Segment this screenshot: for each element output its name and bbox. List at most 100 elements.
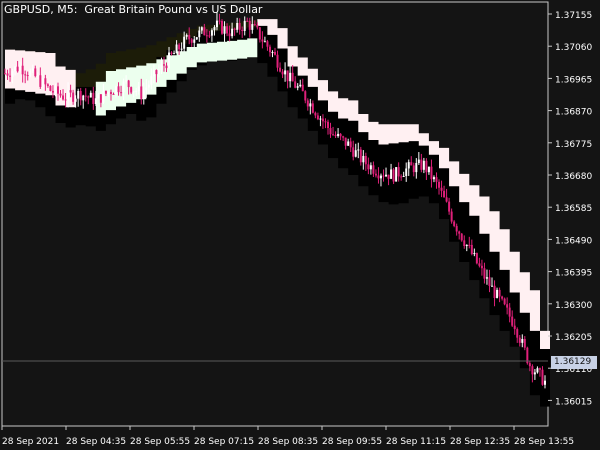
candle-body — [135, 91, 138, 93]
candle-body — [349, 141, 352, 148]
price-chart: 1.37155 1.37060 1.36965 1.36870 1.36775 1.366… — [1, 1, 592, 447]
x-tick-label: 28 Sep 07:15 — [194, 437, 254, 447]
candle-body — [347, 141, 350, 146]
candle-body — [228, 33, 231, 37]
candle-body — [468, 244, 471, 246]
candle-body — [152, 70, 155, 77]
x-tick-label: 28 Sep 2021 — [2, 437, 59, 447]
candle-body — [344, 137, 347, 146]
candle-body — [531, 366, 534, 375]
y-tick-label: 1.36585 — [555, 204, 592, 214]
candle-body — [218, 20, 221, 22]
candle-body — [198, 30, 201, 38]
candle-body — [4, 73, 6, 75]
y-tick-label: 1.36775 — [555, 140, 592, 150]
candle-body — [382, 175, 385, 177]
candle-body — [458, 231, 461, 234]
candle-body — [364, 155, 367, 165]
candle-body — [99, 94, 102, 103]
candle-body — [286, 70, 289, 82]
candle-body — [256, 25, 259, 28]
candle-body — [157, 69, 160, 75]
candle-body — [238, 22, 241, 30]
candle-body — [117, 86, 120, 93]
candle-body — [190, 39, 193, 43]
candle-body — [41, 78, 44, 87]
candle-body — [268, 46, 271, 53]
candle-body — [473, 253, 476, 255]
candle-body — [291, 72, 294, 82]
candle-body — [284, 70, 287, 75]
candle-body — [478, 263, 481, 266]
candle-body — [425, 160, 428, 173]
candle-body — [54, 86, 57, 93]
candle-body — [200, 27, 203, 31]
candle-body — [246, 20, 249, 22]
candle-body — [455, 225, 458, 232]
candle-body — [438, 181, 441, 188]
candle-body — [188, 34, 191, 40]
y-tick-label: 1.36015 — [555, 397, 592, 407]
candle-body — [170, 52, 173, 54]
candle-body — [465, 244, 468, 247]
candle-body — [74, 98, 77, 102]
y-tick-label: 1.36870 — [555, 108, 592, 118]
candle-body — [120, 92, 123, 94]
candle-body — [448, 201, 451, 212]
candle-body — [422, 160, 425, 170]
candle-body — [39, 75, 42, 87]
candle-body — [311, 103, 314, 113]
candle-body — [213, 27, 216, 31]
candle-body — [460, 233, 463, 241]
candle-body — [443, 190, 446, 198]
candle-body — [195, 37, 198, 40]
candle-body — [432, 177, 435, 180]
candle-body — [193, 39, 196, 43]
candle-body — [379, 175, 382, 179]
candle-body — [372, 165, 375, 174]
candle-body — [160, 64, 163, 70]
candle-body — [67, 90, 70, 101]
candle-body — [77, 91, 80, 99]
candle-body — [430, 166, 433, 180]
candle-body — [357, 149, 360, 151]
candle-body — [415, 163, 418, 173]
y-tick-label: 1.36965 — [555, 75, 592, 85]
candle-body — [223, 26, 226, 34]
candle-body — [387, 174, 390, 179]
candle-body — [374, 173, 377, 176]
candle-body — [521, 339, 524, 343]
candle-body — [147, 84, 150, 88]
candle-body — [390, 169, 393, 179]
candle-body — [513, 325, 516, 330]
candle-body — [115, 86, 118, 95]
current-price-tag: 1.36129 — [551, 356, 597, 369]
candle-body — [122, 81, 125, 93]
candle-body — [518, 337, 521, 343]
candle-body — [210, 30, 213, 36]
candle-body — [498, 289, 501, 297]
candle-body — [102, 90, 105, 103]
candle-body — [329, 128, 332, 135]
candle-body — [289, 72, 292, 82]
candle-body — [29, 70, 32, 76]
candle-body — [463, 240, 466, 247]
candle-body — [427, 166, 430, 173]
candle-body — [248, 20, 251, 30]
candle-body — [51, 90, 54, 93]
candle-body — [46, 84, 49, 86]
candle-body — [488, 277, 491, 286]
candle-body — [208, 35, 211, 37]
candle-body — [536, 368, 539, 373]
candle-body — [231, 28, 234, 37]
candle-body — [263, 41, 266, 43]
candle-body — [445, 197, 448, 202]
candle-body — [107, 92, 110, 94]
candle-body — [342, 136, 345, 138]
candle-body — [508, 307, 511, 317]
candle-body — [332, 134, 335, 136]
candle-body — [435, 177, 438, 182]
candle-body — [306, 100, 309, 107]
candle-body — [155, 70, 158, 75]
candle-body — [233, 28, 236, 30]
